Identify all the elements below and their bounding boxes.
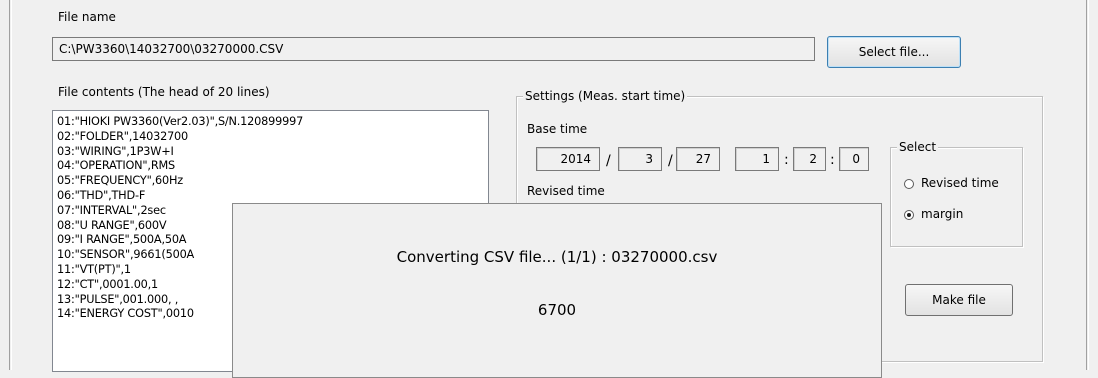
list-item: 04:"OPERATION",RMS [57, 159, 175, 173]
window-border-left-highlight [11, 0, 12, 370]
revised-time-label: Revised time [527, 184, 605, 198]
select-group: Select [890, 140, 1023, 247]
file-contents-label: File contents (The head of 20 lines) [58, 85, 270, 99]
date-separator: / [606, 153, 611, 169]
date-separator: / [668, 153, 673, 169]
list-item: 05:"FREQUENCY",60Hz [57, 174, 183, 188]
time-separator: : [784, 152, 789, 168]
radio-margin-label[interactable]: margin [921, 207, 963, 221]
base-day-field[interactable]: 27 [676, 147, 720, 171]
progress-dialog: Converting CSV file... (1/1) : 03270000.… [232, 203, 882, 378]
window-border-right [1086, 0, 1087, 370]
list-item: 02:"FOLDER",14032700 [57, 129, 189, 143]
radio-revised-time[interactable] [904, 179, 914, 189]
base-hour-field[interactable]: 1 [735, 147, 779, 171]
file-path-field[interactable]: C:\PW3360\14032700\03270000.CSV [52, 37, 815, 61]
base-second-field[interactable]: 0 [839, 147, 869, 171]
base-year-field[interactable]: 2014 [536, 147, 600, 171]
base-time-label: Base time [527, 122, 588, 136]
list-item: 03:"WIRING",1P3W+I [57, 144, 174, 158]
make-file-button[interactable]: Make file [905, 284, 1013, 316]
select-file-button[interactable]: Select file... [827, 36, 961, 68]
window-border-left [9, 0, 10, 370]
progress-count: 6700 [537, 301, 577, 319]
window-border-right-highlight [1088, 0, 1089, 370]
radio-margin[interactable] [904, 210, 914, 220]
file-name-label: File name [58, 10, 116, 24]
time-separator: : [830, 152, 835, 168]
progress-message: Converting CSV file... (1/1) : 03270000.… [396, 248, 718, 266]
base-month-field[interactable]: 3 [618, 147, 662, 171]
select-legend: Select [897, 140, 939, 154]
radio-revised-time-label[interactable]: Revised time [921, 176, 999, 190]
list-item: 06:"THD",THD-F [57, 188, 146, 202]
base-minute-field[interactable]: 2 [793, 147, 826, 171]
settings-legend: Settings (Meas. start time) [523, 89, 688, 103]
list-item: 01:"HIOKI PW3360(Ver2.03)",S/N.120899997 [57, 115, 304, 128]
